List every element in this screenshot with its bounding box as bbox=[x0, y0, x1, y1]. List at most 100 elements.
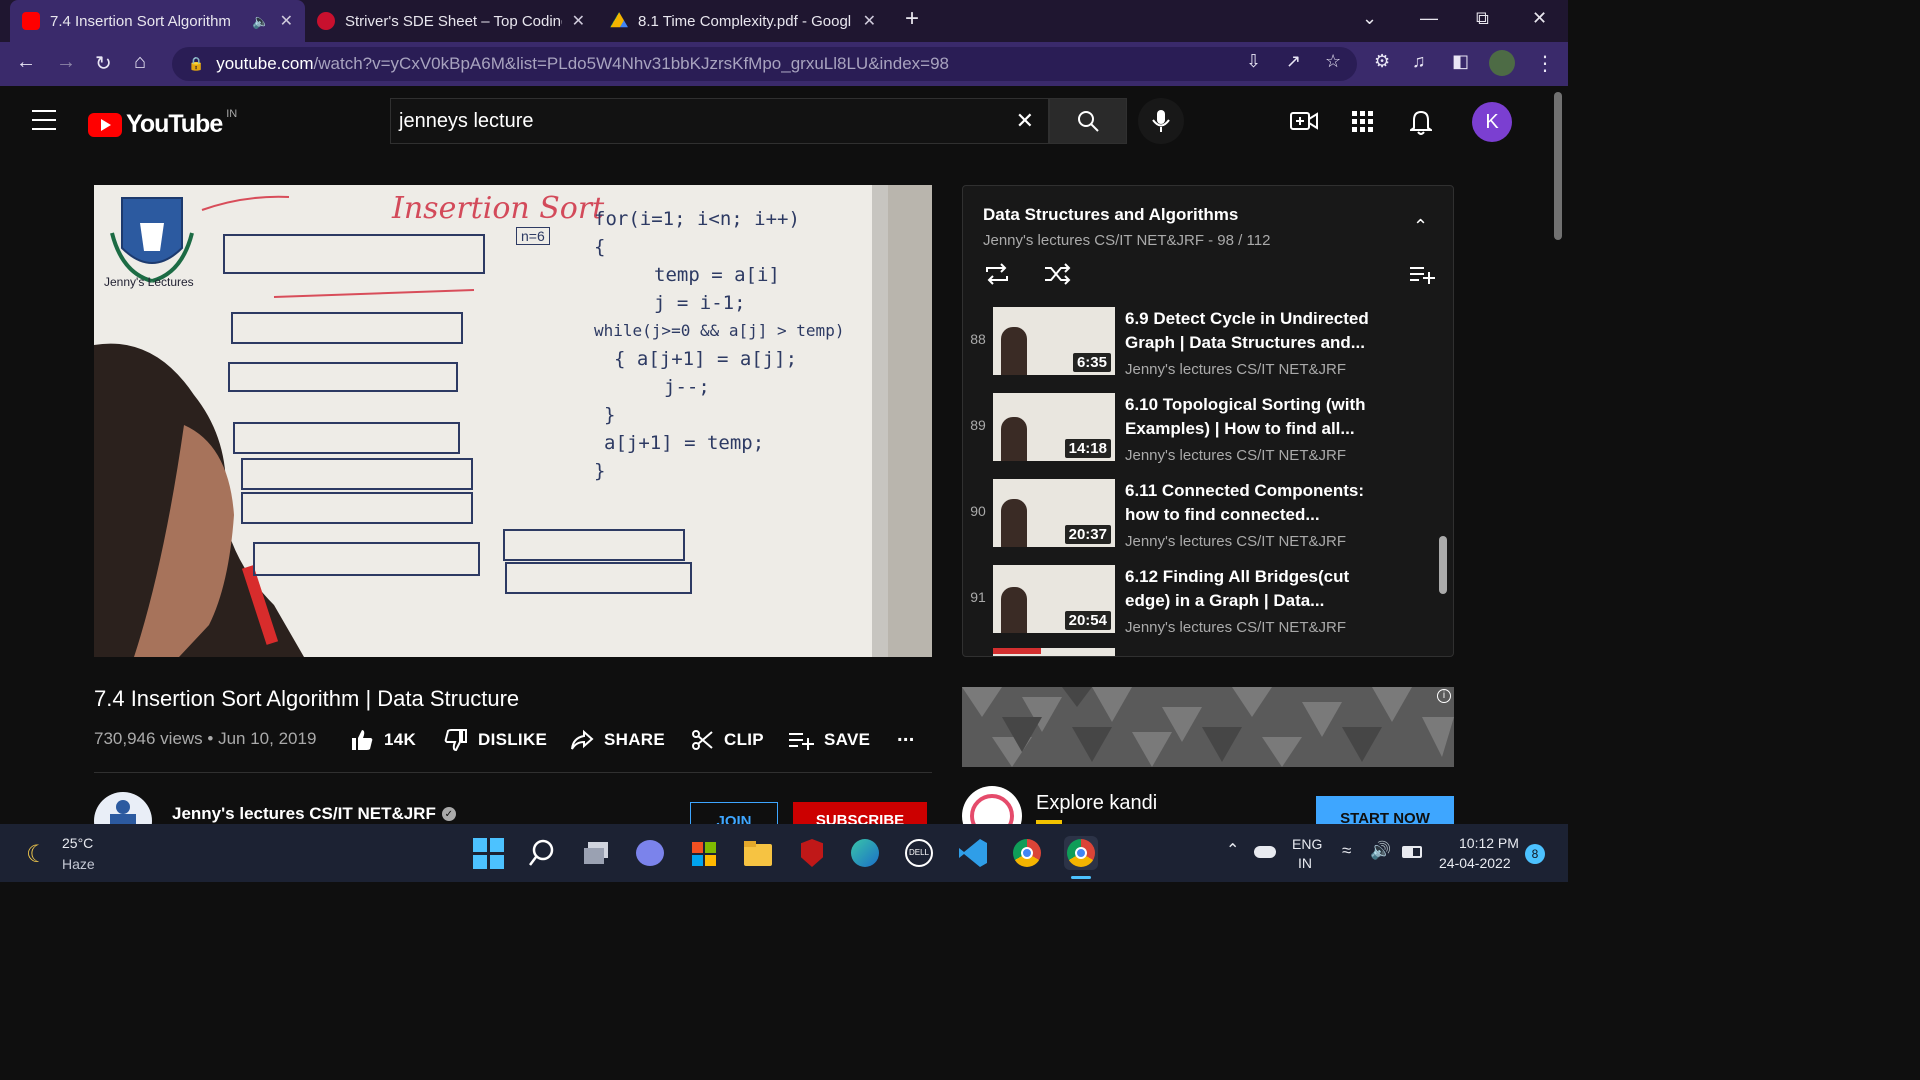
playlist-scrollbar[interactable] bbox=[1439, 536, 1447, 594]
reload-icon[interactable]: ↻ bbox=[95, 51, 112, 76]
region-label[interactable]: IN bbox=[1298, 855, 1312, 871]
close-tab-icon[interactable]: ✕ bbox=[572, 11, 585, 31]
task-view-icon[interactable] bbox=[580, 836, 614, 870]
search-button[interactable] bbox=[1049, 98, 1127, 144]
tab-drive-pdf[interactable]: 8.1 Time Complexity.pdf - Googl ✕ bbox=[598, 0, 888, 42]
active-app-indicator bbox=[1071, 876, 1091, 879]
save-playlist-icon[interactable] bbox=[1409, 264, 1435, 289]
video-thumbnail[interactable]: 14:18 bbox=[993, 393, 1115, 461]
hamburger-menu-icon[interactable] bbox=[32, 110, 56, 130]
bookmark-star-icon[interactable]: ☆ bbox=[1325, 51, 1341, 72]
ad-cta-button[interactable]: START NOW bbox=[1316, 796, 1454, 824]
page-scroll-thumb[interactable] bbox=[1554, 92, 1562, 240]
weather-temp[interactable]: 25°C bbox=[62, 835, 93, 851]
language-label[interactable]: ENG bbox=[1292, 836, 1322, 852]
profile-avatar[interactable] bbox=[1489, 50, 1515, 76]
shuffle-icon[interactable] bbox=[1043, 262, 1071, 291]
teams-chat-icon[interactable] bbox=[633, 836, 667, 870]
extensions-icon[interactable]: ⚙ bbox=[1374, 51, 1390, 72]
create-video-icon[interactable] bbox=[1290, 109, 1318, 138]
ad-banner[interactable]: i bbox=[962, 687, 1454, 767]
speaker-icon[interactable]: 🔈 bbox=[252, 13, 269, 30]
back-icon[interactable]: ← bbox=[16, 51, 36, 74]
page-scrollbar[interactable] bbox=[1550, 86, 1568, 824]
tab-striver[interactable]: Striver's SDE Sheet – Top Coding ✕ bbox=[305, 0, 597, 42]
close-tab-icon[interactable]: ✕ bbox=[863, 11, 876, 31]
vscode-icon[interactable] bbox=[956, 836, 990, 870]
microphone-icon bbox=[1152, 110, 1170, 132]
loop-icon[interactable] bbox=[983, 262, 1011, 291]
clear-search-icon[interactable]: ✕ bbox=[1016, 108, 1034, 134]
battery-icon[interactable] bbox=[1402, 846, 1422, 858]
close-window-icon[interactable]: ✕ bbox=[1532, 8, 1547, 29]
forward-icon[interactable]: → bbox=[56, 51, 76, 74]
video-thumbnail[interactable]: 20:54 bbox=[993, 565, 1115, 633]
voice-search-button[interactable] bbox=[1138, 98, 1184, 144]
channel-watermark: Jenny's Lectures bbox=[104, 275, 194, 289]
chrome-icon[interactable] bbox=[1010, 836, 1044, 870]
mcafee-icon[interactable] bbox=[795, 836, 829, 870]
dell-icon[interactable]: DELL bbox=[902, 836, 936, 870]
clock-time[interactable]: 10:12 PM bbox=[1459, 835, 1519, 851]
apps-grid-icon[interactable] bbox=[1352, 111, 1373, 132]
video-thumbnail[interactable]: 20:37 bbox=[993, 479, 1115, 547]
media-control-icon[interactable]: ♫ bbox=[1412, 51, 1426, 72]
dislike-button[interactable]: DISLIKE bbox=[444, 728, 547, 752]
lock-icon[interactable]: 🔒 bbox=[188, 56, 204, 72]
more-actions-button[interactable]: ... bbox=[897, 724, 915, 747]
tab-youtube[interactable]: 7.4 Insertion Sort Algorithm 🔈 ✕ bbox=[10, 0, 305, 42]
microsoft-store-icon[interactable] bbox=[687, 836, 721, 870]
playlist-item[interactable]: 91 20:54 6.12 Finding All Bridges(cut ed… bbox=[963, 561, 1453, 647]
playlist-title[interactable]: Data Structures and Algorithms bbox=[983, 205, 1238, 225]
youtube-logo[interactable]: YouTube IN bbox=[88, 107, 238, 139]
scissors-icon bbox=[692, 730, 713, 750]
playlist-item[interactable]: 90 20:37 6.11 Connected Components: how … bbox=[963, 475, 1453, 561]
playlist-item[interactable]: 88 6:35 6.9 Detect Cycle in Undirected G… bbox=[963, 303, 1453, 389]
search-input[interactable]: jenneys lecture ✕ bbox=[390, 98, 1049, 144]
install-app-icon[interactable]: ⇩ bbox=[1246, 51, 1261, 72]
edge-browser-icon[interactable] bbox=[848, 836, 882, 870]
playlist-item-channel: Jenny's lectures CS/IT NET&JRF bbox=[1125, 361, 1346, 378]
channel-name[interactable]: Jenny's lectures CS/IT NET&JRF ✓ bbox=[172, 804, 456, 824]
divider bbox=[94, 772, 932, 773]
video-player[interactable]: Jenny's Lectures Insertion Sort n=6 for(… bbox=[94, 185, 932, 657]
ad-info-icon[interactable]: i bbox=[1437, 689, 1451, 703]
country-code: IN bbox=[226, 107, 238, 120]
like-button[interactable]: 14K bbox=[350, 728, 416, 752]
ad-row[interactable]: Explore kandi START NOW bbox=[962, 786, 1454, 824]
close-tab-icon[interactable]: ✕ bbox=[280, 11, 293, 31]
code-line: j--; bbox=[664, 376, 710, 398]
home-icon[interactable]: ⌂ bbox=[134, 51, 146, 74]
weather-condition[interactable]: Haze bbox=[62, 856, 95, 872]
windows-start-icon[interactable] bbox=[471, 836, 505, 870]
weather-moon-icon[interactable]: ☾ bbox=[26, 840, 48, 869]
new-tab-button[interactable]: + bbox=[905, 5, 919, 33]
search-taskbar-icon[interactable] bbox=[525, 836, 559, 870]
restore-icon[interactable]: ⧉ bbox=[1476, 8, 1489, 29]
playlist-item[interactable]: 89 14:18 6.10 Topological Sorting (with … bbox=[963, 389, 1453, 475]
save-button[interactable]: SAVE bbox=[788, 728, 870, 752]
volume-icon[interactable]: 🔊 bbox=[1370, 841, 1391, 861]
side-panel-icon[interactable]: ◧ bbox=[1452, 51, 1469, 72]
wifi-icon[interactable]: ≈ bbox=[1342, 841, 1351, 861]
browser-menu-icon[interactable]: ⋮ bbox=[1535, 51, 1555, 76]
notification-badge[interactable]: 8 bbox=[1525, 844, 1545, 864]
tab-label: 8.1 Time Complexity.pdf - Googl bbox=[638, 12, 852, 30]
clip-label: CLIP bbox=[724, 730, 764, 749]
video-thumbnail[interactable]: 6:35 bbox=[993, 307, 1115, 375]
playlist-subtitle: Jenny's lectures CS/IT NET&JRF - 98 / 11… bbox=[983, 232, 1271, 249]
onedrive-cloud-icon[interactable] bbox=[1254, 846, 1276, 858]
account-avatar[interactable]: K bbox=[1472, 102, 1512, 142]
collapse-chevron-icon[interactable]: ⌃ bbox=[1413, 216, 1428, 237]
tab-search-icon[interactable]: ⌄ bbox=[1362, 8, 1377, 29]
file-explorer-icon[interactable] bbox=[741, 836, 775, 870]
share-button[interactable]: SHARE bbox=[570, 728, 665, 752]
address-bar[interactable]: 🔒 youtube.com/watch?v=yCxV0kBpA6M&list=P… bbox=[172, 47, 1357, 81]
chrome-active-icon[interactable] bbox=[1064, 836, 1098, 870]
minimize-icon[interactable]: — bbox=[1420, 8, 1438, 29]
clock-date[interactable]: 24-04-2022 bbox=[1439, 855, 1511, 871]
tray-overflow-icon[interactable]: ⌃ bbox=[1226, 840, 1239, 860]
share-page-icon[interactable]: ↗ bbox=[1286, 51, 1301, 72]
notifications-bell-icon[interactable] bbox=[1407, 109, 1435, 140]
clip-button[interactable]: CLIP bbox=[690, 728, 764, 752]
